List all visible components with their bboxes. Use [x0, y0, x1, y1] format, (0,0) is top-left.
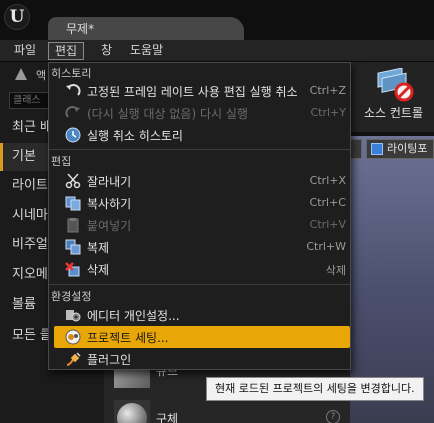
copy-label: 복사하기: [87, 197, 132, 211]
unreal-logo-icon[interactable]: U: [4, 4, 30, 30]
project-settings-label: 프로젝트 세팅...: [87, 331, 169, 345]
redo-menu-item[interactable]: (다시 실행 대상 없음) 다시 실행 Ctrl+Y: [49, 102, 350, 124]
plugins-label: 플러그인: [87, 353, 132, 367]
duplicate-menu-item[interactable]: 복제 Ctrl+W: [49, 236, 350, 258]
delete-icon: [65, 262, 80, 277]
editor-window: U 무제* 파일 편집 창 도움말 액 클래스 최근 배 기본 라이트 시네마 …: [0, 0, 434, 423]
lit-cube-icon: [371, 143, 383, 155]
list-item-label: 구체: [156, 412, 179, 423]
edit-menu-dropdown: 히스토리 고정된 프레임 레이트 사용 편집 실행 취소 Ctrl+Z (다시 …: [48, 62, 351, 370]
title-bar: U 무제*: [0, 0, 434, 40]
project-settings-icon: [65, 329, 81, 345]
redo-shortcut: Ctrl+Y: [310, 106, 346, 119]
menu-bar: 파일 편집 창 도움말: [0, 40, 434, 62]
undo-menu-item[interactable]: 고정된 프레임 레이트 사용 편집 실행 취소 Ctrl+Z: [49, 80, 350, 102]
plug-icon: [66, 352, 81, 366]
edit-section-title: 편집: [51, 155, 72, 168]
copy-icon: [65, 196, 81, 211]
delete-shortcut: 삭제: [325, 264, 346, 277]
menu-edit[interactable]: 편집: [48, 42, 85, 60]
menu-window[interactable]: 창: [95, 42, 118, 60]
scissors-icon: [65, 173, 81, 189]
undo-history-menu-item[interactable]: 실행 취소 히스토리: [49, 124, 350, 146]
source-control-icon: [377, 68, 414, 102]
menu-separator: [49, 284, 350, 285]
editor-preferences-icon: [66, 310, 81, 322]
paste-icon: [67, 218, 79, 233]
duplicate-icon: [65, 239, 81, 255]
project-settings-tooltip: 현재 로드된 프로젝트의 세팅을 변경합니다.: [206, 377, 424, 401]
editor-preferences-menu-item[interactable]: 에디터 개인설정...: [49, 304, 350, 326]
cut-shortcut: Ctrl+X: [309, 174, 346, 187]
config-section-title: 환경설정: [51, 290, 92, 303]
toolbar: 소스 컨트롤: [350, 62, 434, 132]
source-control-button[interactable]: 소스 컨트롤: [364, 104, 423, 121]
undo-icon: [66, 84, 81, 96]
plugins-menu-item[interactable]: 플러그인: [49, 348, 350, 370]
editor-preferences-label: 에디터 개인설정...: [87, 309, 180, 323]
paste-label: 붙여넣기: [87, 219, 132, 233]
history-section-title: 히스토리: [51, 67, 92, 80]
history-icon: [65, 127, 81, 143]
menu-help[interactable]: 도움말: [124, 42, 169, 60]
sphere-thumbnail-icon: [114, 400, 150, 423]
document-tab[interactable]: 무제*: [48, 17, 244, 40]
lighting-mode-label: 라이팅포: [387, 142, 428, 155]
copy-menu-item[interactable]: 복사하기 Ctrl+C: [49, 192, 350, 214]
help-icon[interactable]: ?: [326, 410, 340, 423]
paste-shortcut: Ctrl+V: [309, 218, 346, 231]
viewport-options-button[interactable]: [350, 139, 362, 159]
paste-menu-item[interactable]: 붙여넣기 Ctrl+V: [49, 214, 350, 236]
mode-label: 액: [36, 69, 47, 82]
list-item[interactable]: 구체 ?: [114, 398, 350, 423]
undo-history-label: 실행 취소 히스토리: [87, 129, 183, 143]
duplicate-label: 복제: [87, 241, 110, 255]
delete-menu-item[interactable]: 삭제 삭제: [49, 258, 350, 280]
menu-separator: [49, 149, 350, 150]
cut-label: 잘라내기: [87, 175, 132, 189]
delete-label: 삭제: [87, 263, 110, 277]
duplicate-shortcut: Ctrl+W: [306, 240, 346, 253]
undo-label: 고정된 프레임 레이트 사용 편집 실행 취소: [87, 85, 298, 99]
cut-menu-item[interactable]: 잘라내기 Ctrl+X: [49, 170, 350, 192]
undo-shortcut: Ctrl+Z: [309, 84, 346, 97]
menu-file[interactable]: 파일: [8, 42, 42, 60]
project-settings-menu-item[interactable]: 프로젝트 세팅...: [54, 326, 350, 348]
copy-shortcut: Ctrl+C: [309, 196, 346, 209]
redo-label: (다시 실행 대상 없음) 다시 실행: [87, 107, 248, 121]
place-mode-icon: [15, 68, 27, 80]
document-tab-title: 무제*: [66, 22, 95, 36]
redo-icon: [65, 106, 80, 118]
lighting-mode-button[interactable]: 라이팅포: [366, 139, 434, 159]
